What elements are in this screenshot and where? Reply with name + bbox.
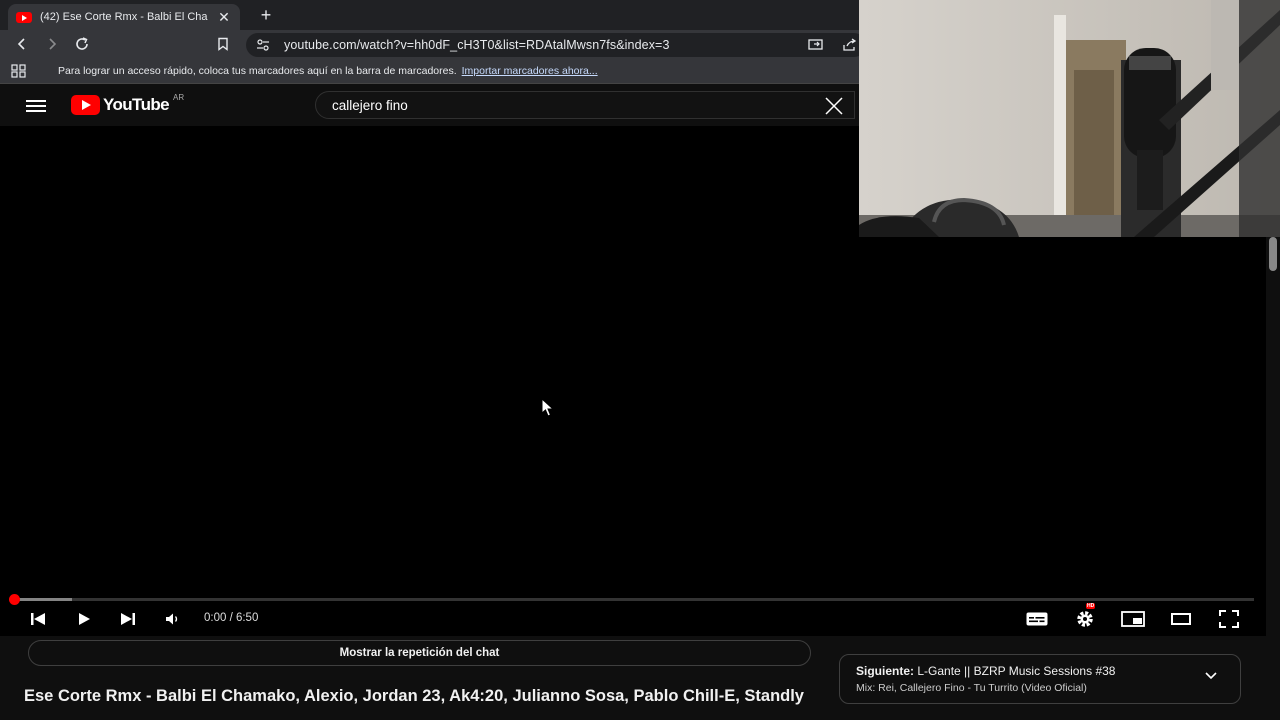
subtitles-button[interactable] [1025,607,1049,631]
url-text: youtube.com/watch?v=hh0dF_cH3T0&list=RDA… [284,38,670,52]
page-scrollbar[interactable] [1266,237,1280,720]
back-arrow-icon [17,38,25,50]
subtitles-icon [1026,612,1048,626]
time-display: 0:00 / 6:50 [204,612,259,624]
search-box[interactable] [315,91,855,119]
search-input[interactable] [332,97,812,113]
up-next-label: Siguiente: [856,664,915,678]
up-next-mix: Mix: Rei, Callejero Fino - Tu Turrito (V… [856,682,1087,694]
up-next-panel[interactable]: Siguiente: L-Gante || BZRP Music Session… [839,654,1241,704]
menu-icon[interactable] [26,97,46,113]
back-button[interactable] [10,32,34,56]
volume-button[interactable] [163,607,183,631]
country-code: AR [173,92,185,102]
up-next-title: L-Gante || BZRP Music Sessions #38 [917,664,1116,678]
previous-icon [31,613,45,625]
miniplayer-button[interactable] [1120,607,1146,631]
webcam-overlay [859,0,1280,237]
play-button[interactable] [74,607,94,631]
hd-badge: HD [1086,603,1096,609]
next-button[interactable] [118,607,138,631]
settings-button[interactable]: HD [1074,603,1096,631]
chevron-down-icon[interactable] [1204,671,1218,681]
gear-icon [1077,611,1093,627]
mouse-cursor-icon [541,398,555,417]
youtube-favicon-icon [16,11,32,23]
new-tab-button[interactable]: + [256,5,276,25]
clear-search-icon[interactable] [824,97,844,115]
apps-grid-icon[interactable] [11,64,27,78]
volume-icon [166,613,178,625]
previous-button[interactable] [28,607,48,631]
fullscreen-button[interactable] [1218,607,1240,631]
scrollbar-thumb[interactable] [1269,237,1277,271]
close-tab-icon[interactable]: ✕ [216,9,232,26]
bookmark-button[interactable] [211,32,235,56]
logo-text: YouTube [103,95,170,114]
share-icon[interactable] [842,38,858,52]
install-app-icon[interactable] [808,39,824,52]
next-icon [121,613,135,625]
browser-tab[interactable]: (42) Ese Corte Rmx - Balbi El Cha ✕ [8,4,240,30]
youtube-play-logo-icon [71,95,100,115]
buffered-bar [14,598,73,601]
import-bookmarks-link[interactable]: Importar marcadores ahora... [462,65,598,77]
site-info-icon[interactable] [256,39,270,51]
tab-title: (42) Ese Corte Rmx - Balbi El Cha [40,11,208,23]
theater-mode-button[interactable] [1170,607,1192,631]
theater-mode-icon [1171,613,1191,625]
bookmarks-message: Para lograr un acceso rápido, coloca tus… [58,64,457,77]
reload-button[interactable] [70,32,94,56]
bookmark-icon [218,37,228,51]
show-chat-replay-button[interactable]: Mostrar la repetición del chat [28,640,811,666]
webcam-image [859,0,1280,237]
fullscreen-icon [1219,610,1239,628]
progress-bar[interactable] [9,594,1254,605]
youtube-logo[interactable]: YouTube AR [71,92,185,115]
player-controls: 0:00 / 6:50 HD [0,603,1266,634]
screen: (42) Ese Corte Rmx - Balbi El Cha ✕ + yo… [0,0,1280,720]
video-title: Ese Corte Rmx - Balbi El Chamako, Alexio… [24,687,804,705]
up-next-line: Siguiente: L-Gante || BZRP Music Session… [856,664,1115,678]
miniplayer-icon [1121,611,1145,627]
reload-icon [76,37,88,50]
address-bar[interactable]: youtube.com/watch?v=hh0dF_cH3T0&list=RDA… [246,33,866,57]
forward-arrow-icon [49,38,57,50]
play-icon [79,613,90,625]
forward-button[interactable] [40,32,64,56]
